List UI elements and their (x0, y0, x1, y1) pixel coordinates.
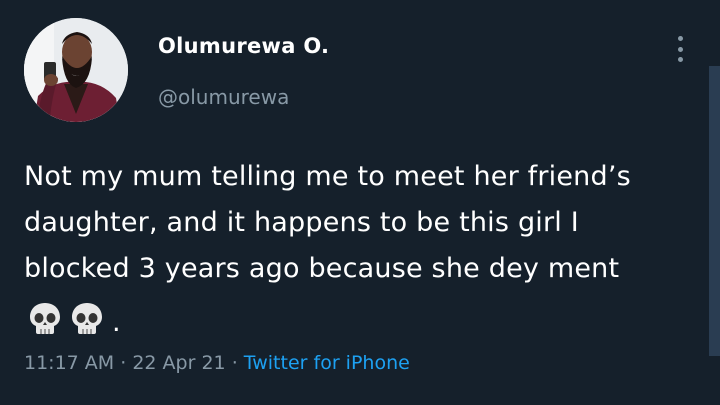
tweet-date[interactable]: 22 Apr 21 (132, 352, 225, 374)
scrollbar[interactable] (709, 66, 720, 356)
skull-icon (30, 303, 60, 334)
tweet-metadata: 11:17 AM · 22 Apr 21 · Twitter for iPhon… (24, 352, 410, 374)
skull-icon (72, 303, 102, 334)
tweet-time[interactable]: 11:17 AM (24, 352, 114, 374)
more-vertical-icon[interactable] (670, 36, 690, 62)
meta-separator: · (120, 352, 127, 374)
tweet-trailing-punctuation: . (112, 307, 121, 338)
avatar[interactable] (24, 18, 128, 122)
author-handle[interactable]: @olumurewa (158, 85, 289, 109)
profile-photo-icon (24, 18, 128, 122)
author-display-name[interactable]: Olumurewa O. (158, 34, 329, 58)
tweet-text: Not my mum telling me to meet her friend… (24, 161, 631, 284)
tweet-emojis: . (26, 298, 121, 338)
tweet-detail: Olumurewa O. @olumurewa Not my mum telli… (0, 0, 720, 405)
meta-separator: · (231, 352, 238, 374)
tweet-source-link[interactable]: Twitter for iPhone (244, 352, 410, 374)
